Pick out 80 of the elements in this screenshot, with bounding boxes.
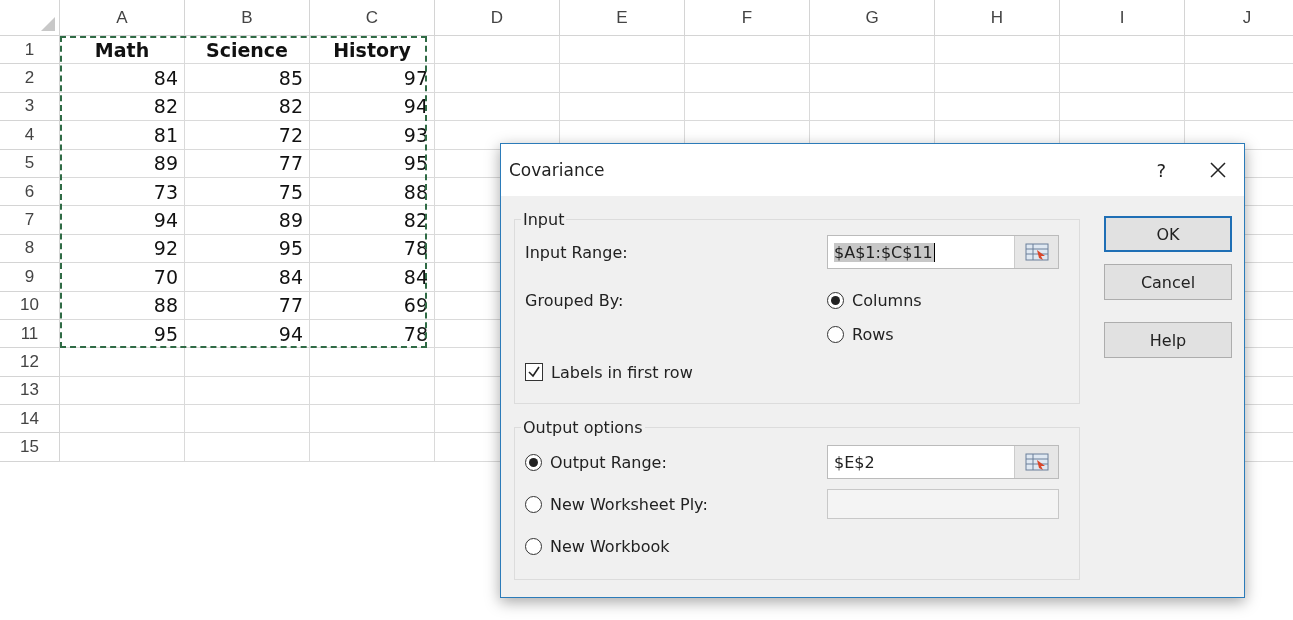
check-icon [527,365,541,379]
radio-option[interactable]: Rows [827,324,894,344]
row-header[interactable]: 10 [0,291,60,320]
table-cell: 89 [60,149,185,178]
row-header[interactable]: 8 [0,234,60,264]
radio-option[interactable]: Columns [827,290,922,310]
dialog-button[interactable]: Cancel [1104,264,1232,300]
table-cell: 95 [310,149,435,178]
input-range-field[interactable]: $A$1:$C$11 [827,235,1059,269]
table-cell: 89 [185,206,310,235]
column-title-cell: History [310,36,435,65]
dialog-button[interactable]: OK [1104,216,1232,252]
table-cell: 73 [60,177,185,207]
sheet-name-field[interactable] [827,489,1059,519]
field-label: Input Range: [525,242,629,262]
help-button[interactable]: ? [1156,159,1166,181]
radio-option[interactable]: Output Range: [525,452,827,472]
row-header[interactable]: 1 [0,36,60,65]
range-picker-button[interactable] [1014,446,1058,478]
row-header[interactable]: 12 [0,348,60,377]
table-cell: 75 [185,177,310,207]
table-cell: 81 [60,121,185,150]
range-select-icon [1024,452,1049,472]
table-cell: 94 [60,206,185,235]
range-select-icon [1024,242,1049,262]
table-cell: 97 [310,64,435,93]
table-cell: 77 [185,149,310,178]
column-header[interactable]: I [1060,0,1185,36]
row-header[interactable]: 5 [0,149,60,178]
table-cell: 88 [60,291,185,320]
field-label: Grouped By: [525,290,625,310]
column-header[interactable]: E [560,0,685,36]
radio-option[interactable]: New Worksheet Ply: [525,494,827,514]
table-cell: 95 [60,319,185,349]
output-range-field[interactable]: $E$2 [827,445,1059,479]
column-header[interactable]: H [935,0,1060,36]
row-header[interactable]: 14 [0,405,60,434]
column-title-cell: Science [185,36,310,65]
group-title: Output options [522,418,644,437]
row-header[interactable]: 2 [0,64,60,93]
table-cell: 92 [60,234,185,264]
table-cell: 82 [310,206,435,235]
row-header[interactable]: 13 [0,376,60,406]
table-cell: 78 [310,234,435,264]
column-header[interactable]: C [310,0,435,36]
table-cell: 94 [185,319,310,349]
table-cell: 94 [310,92,435,122]
table-cell: 82 [60,92,185,122]
select-all-icon[interactable] [41,17,55,31]
column-header[interactable]: A [60,0,185,36]
column-header[interactable]: G [810,0,935,36]
row-header[interactable]: 9 [0,263,60,292]
column-title-cell: Math [60,36,185,65]
table-cell: 72 [185,121,310,150]
row-header[interactable]: 4 [0,121,60,150]
radio-option[interactable]: New Workbook [525,536,827,556]
range-picker-button[interactable] [1014,236,1058,268]
row-header[interactable]: 6 [0,177,60,207]
column-header[interactable]: J [1185,0,1293,36]
table-cell: 93 [310,121,435,150]
dialog-title: Covariance [509,160,606,180]
table-cell: 77 [185,291,310,320]
table-cell: 84 [185,263,310,292]
labels-checkbox[interactable]: Labels in first row [525,362,693,382]
row-header[interactable]: 7 [0,206,60,235]
group-title: Input [522,210,566,229]
close-icon[interactable] [1210,162,1226,178]
row-header[interactable]: 3 [0,92,60,122]
table-cell: 70 [60,263,185,292]
column-header[interactable]: D [435,0,560,36]
column-header[interactable]: B [185,0,310,36]
table-cell: 95 [185,234,310,264]
row-header[interactable]: 15 [0,433,60,462]
table-cell: 85 [185,64,310,93]
table-cell: 82 [185,92,310,122]
dialog-button[interactable]: Help [1104,322,1232,358]
row-header[interactable]: 11 [0,319,60,349]
column-header[interactable]: F [685,0,810,36]
table-cell: 84 [60,64,185,93]
table-cell: 84 [310,263,435,292]
